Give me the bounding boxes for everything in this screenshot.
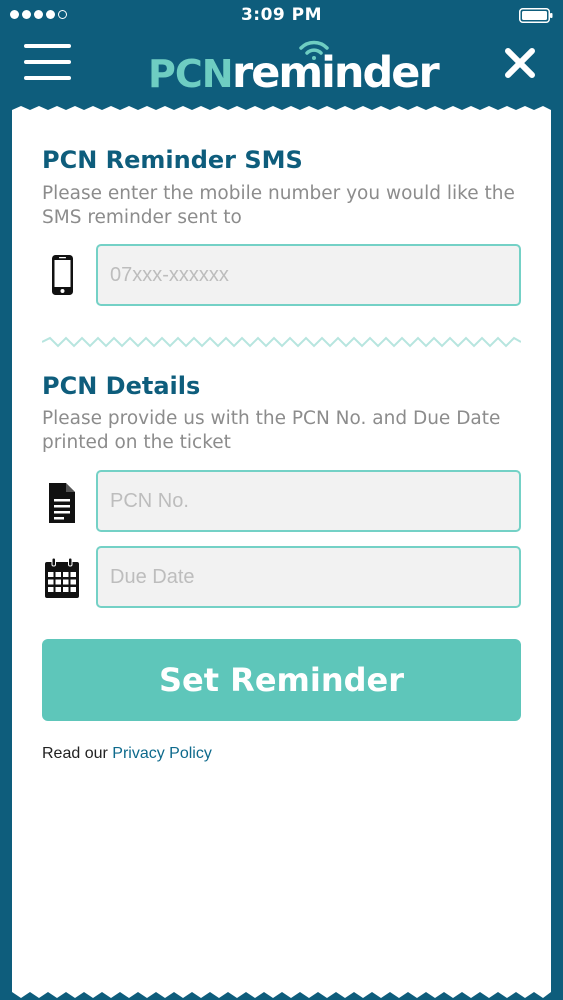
privacy-policy-link[interactable]: Privacy Policy: [112, 745, 212, 762]
details-section-description: Please provide us with the PCN No. and D…: [42, 408, 501, 453]
app-header: PCN reminder: [0, 30, 563, 112]
sms-section-title: PCN Reminder SMS: [42, 146, 303, 174]
privacy-prefix-text: Read our: [42, 745, 113, 762]
section-divider: [42, 336, 521, 348]
sms-section-description: Please enter the mobile number you would…: [42, 183, 515, 228]
logo-reminder-text: reminder: [232, 48, 440, 98]
card-bottom-edge: [12, 986, 551, 998]
status-bar: 3:09 PM: [0, 0, 563, 30]
calendar-icon: [45, 558, 79, 598]
details-section-title: PCN Details: [42, 372, 201, 400]
battery-icon: [519, 8, 553, 23]
document-icon: [49, 483, 75, 523]
hamburger-menu-icon[interactable]: [24, 44, 72, 80]
status-time: 3:09 PM: [240, 5, 323, 25]
mobile-number-input[interactable]: [96, 244, 521, 306]
set-reminder-button[interactable]: Set Reminder: [42, 639, 521, 721]
pcn-number-input[interactable]: [96, 470, 521, 532]
close-icon[interactable]: [503, 46, 537, 80]
logo-pcn-text: PCN: [148, 52, 234, 96]
app-logo: PCN reminder: [148, 38, 440, 100]
card-top-edge: [12, 106, 551, 116]
due-date-input[interactable]: [96, 546, 521, 608]
mobile-phone-icon: [52, 255, 73, 295]
privacy-footer: Read our Privacy Policy: [42, 745, 212, 763]
